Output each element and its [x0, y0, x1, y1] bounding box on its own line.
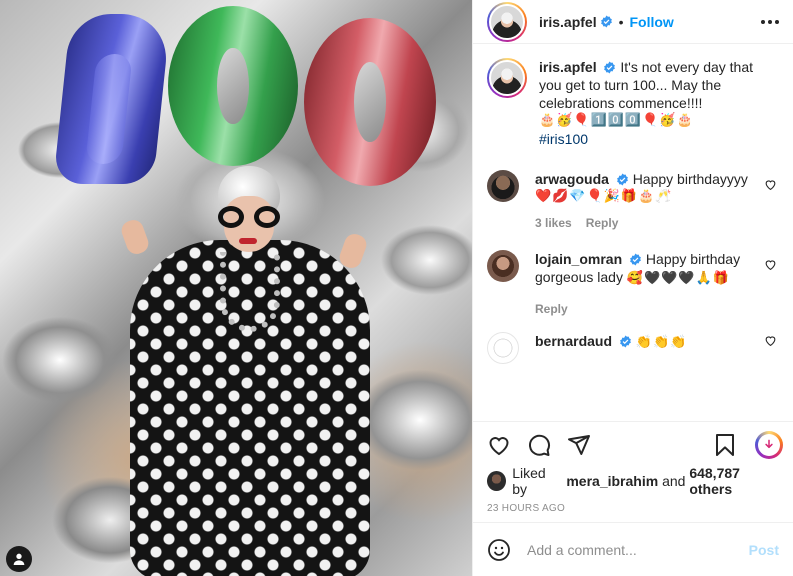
necklace	[220, 252, 280, 332]
bookmark-icon[interactable]	[713, 433, 737, 457]
comment-like-heart-icon[interactable]	[764, 258, 777, 271]
verified-icon	[600, 15, 612, 28]
header-separator: •	[618, 13, 624, 30]
verified-icon	[616, 173, 628, 186]
comment-icon[interactable]	[527, 433, 551, 457]
verified-icon	[620, 335, 631, 348]
post-photo[interactable]	[0, 0, 472, 576]
liker-avatar[interactable]	[487, 471, 507, 491]
comment-item: bernardaud 👏👏👏	[487, 332, 779, 364]
comment-likes-count[interactable]: 3 likes	[535, 214, 572, 232]
lips	[239, 238, 257, 244]
reply-button[interactable]: Reply	[535, 300, 568, 318]
comment-emojis: ❤️💋💎🎈🎉🎁🎂🥂	[535, 189, 673, 204]
post-actions: Liked by mera_ibrahim and 648,787 others…	[473, 421, 793, 522]
caption-emojis: 🎂🥳🎈1️⃣0️⃣0️⃣🎈🥳🎂	[539, 113, 694, 128]
post-side-panel: iris.apfel • Follow iris.apfel It's not …	[472, 0, 793, 576]
caption-hashtag[interactable]: #iris100	[539, 130, 773, 148]
likes-middle: and	[662, 473, 686, 489]
post-modal: iris.apfel • Follow iris.apfel It's not …	[0, 0, 793, 576]
photo-subject	[118, 160, 380, 576]
balloon-number-one	[53, 14, 171, 184]
comment-emojis: 🥰🖤🖤🖤🙏🎁	[626, 271, 730, 286]
post-caption: iris.apfel It's not every day that you g…	[487, 58, 779, 148]
commenter-avatar[interactable]	[487, 332, 519, 364]
commenter-username[interactable]: arwagouda	[535, 171, 609, 187]
boost-icon[interactable]	[755, 431, 783, 459]
likes-others[interactable]: 648,787 others	[689, 465, 783, 497]
add-comment-bar: Post	[473, 522, 793, 576]
post-header: iris.apfel • Follow	[473, 0, 793, 44]
comment-item: lojain_omran Happy birthday gorgeous lad…	[487, 250, 779, 318]
commenter-username[interactable]: bernardaud	[535, 333, 612, 349]
liker-username[interactable]: mera_ibrahim	[566, 473, 658, 489]
follow-button[interactable]: Follow	[630, 14, 674, 30]
comment-like-heart-icon[interactable]	[764, 334, 777, 347]
share-icon[interactable]	[567, 433, 591, 457]
emoji-icon[interactable]	[487, 538, 511, 562]
more-options-icon[interactable]	[759, 14, 781, 30]
post-comment-button[interactable]: Post	[749, 542, 779, 558]
balloon-number-zero-green	[168, 6, 298, 166]
reply-button[interactable]: Reply	[586, 214, 619, 232]
heart-icon[interactable]	[487, 433, 511, 457]
commenter-avatar[interactable]	[487, 170, 519, 202]
commenter-username[interactable]: lojain_omran	[535, 251, 622, 267]
left-hand	[118, 217, 152, 257]
comment-text: Happy birthdayyyy	[632, 171, 748, 187]
comment-like-heart-icon[interactable]	[764, 178, 777, 191]
verified-icon	[604, 61, 616, 74]
comment-input[interactable]	[527, 541, 749, 558]
likes-summary: Liked by mera_ibrahim and 648,787 others	[487, 465, 783, 497]
round-glasses	[216, 206, 282, 228]
author-avatar[interactable]	[487, 1, 527, 42]
user-tag-icon[interactable]	[6, 546, 32, 572]
comment-item: arwagouda Happy birthdayyyy ❤️💋💎🎈🎉🎁🎂🥂 3 …	[487, 170, 779, 232]
comments-list[interactable]: iris.apfel It's not every day that you g…	[473, 44, 793, 421]
verified-icon	[630, 253, 641, 266]
likes-prefix: Liked by	[512, 465, 546, 497]
author-username[interactable]: iris.apfel	[539, 14, 597, 30]
comment-emojis: 👏👏👏	[635, 335, 688, 350]
commenter-avatar[interactable]	[487, 250, 519, 282]
caption-avatar[interactable]	[487, 58, 527, 98]
caption-username[interactable]: iris.apfel	[539, 59, 597, 75]
post-timestamp[interactable]: 23 HOURS AGO	[487, 494, 783, 522]
